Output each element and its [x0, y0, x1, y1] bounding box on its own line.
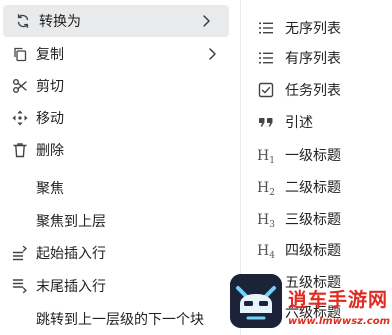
- submenu-item-heading-3[interactable]: H3 三级标题: [241, 203, 392, 235]
- watermark-url: www.lmwwsz.com: [288, 316, 390, 327]
- bullet-list-icon: [256, 19, 276, 37]
- submenu-item-heading-2[interactable]: H2 二级标题: [241, 171, 392, 203]
- menu-item-delete[interactable]: 删除: [0, 134, 238, 166]
- convert-icon: [14, 12, 32, 30]
- copy-icon: [11, 45, 29, 63]
- submenu-item-label: 引述: [285, 115, 313, 131]
- submenu-item-numbered-list[interactable]: 有序列表: [241, 42, 392, 74]
- numbered-list-icon: [256, 49, 276, 67]
- heading-2-icon: H2: [257, 180, 275, 198]
- menu-item-label: 剪切: [36, 79, 64, 95]
- submenu-item-task-list[interactable]: 任务列表: [241, 74, 392, 106]
- submenu-item-label: 无序列表: [285, 21, 341, 37]
- menu-item-label: 跳转到上一层级的下一个块: [36, 312, 204, 328]
- menu-item-label: 聚焦: [36, 181, 64, 197]
- menu-item-convert[interactable]: 转换为: [3, 5, 229, 37]
- submenu-item-label: 四级标题: [285, 243, 341, 259]
- menu-item-focus-parent[interactable]: 聚焦到上层: [0, 205, 238, 237]
- menu-item-label: 末尾插入行: [36, 279, 106, 295]
- heading-1-icon: H1: [257, 148, 275, 166]
- menu-item-label: 转换为: [39, 14, 81, 30]
- submenu-item-label: 三级标题: [285, 212, 341, 228]
- submenu-item-label: 有序列表: [285, 51, 341, 67]
- menu-item-insert-end[interactable]: 末尾插入行: [0, 270, 238, 302]
- checkbox-icon: [256, 81, 276, 99]
- submenu-item-heading-1[interactable]: H1 一级标题: [241, 139, 392, 171]
- watermark-logo-icon: [230, 274, 282, 328]
- scissors-icon: [11, 77, 29, 95]
- menu-item-cut[interactable]: 剪切: [0, 70, 238, 102]
- menu-item-label: 移动: [36, 111, 64, 127]
- submenu-item-quote[interactable]: 引述: [241, 106, 392, 138]
- submenu-item-label: 二级标题: [285, 180, 341, 196]
- insert-line-top-icon: [11, 244, 29, 262]
- submenu-item-label: 任务列表: [285, 83, 341, 99]
- heading-3-icon: H3: [257, 212, 275, 230]
- menu-item-label: 删除: [36, 143, 64, 159]
- quote-icon: [256, 113, 276, 131]
- submenu-item-heading-4[interactable]: H4 四级标题: [241, 234, 392, 266]
- submenu-item-label: 一级标题: [285, 148, 341, 164]
- watermark-title: 逍车手游网: [288, 289, 389, 311]
- watermark: 逍车手游网 www.lmwwsz.com: [226, 271, 392, 335]
- move-icon: [11, 109, 29, 127]
- menu-item-label: 复制: [36, 47, 64, 63]
- menu-item-insert-start[interactable]: 起始插入行: [0, 237, 238, 269]
- submenu-item-bullet-list[interactable]: 无序列表: [241, 12, 392, 44]
- chevron-right-icon: [200, 14, 212, 28]
- heading-4-icon: H4: [257, 243, 275, 261]
- menu-item-move[interactable]: 移动: [0, 102, 238, 134]
- menu-item-focus[interactable]: 聚焦: [0, 172, 238, 204]
- menu-item-jump-next-block[interactable]: 跳转到上一层级的下一个块: [0, 303, 238, 335]
- menu-item-label: 聚焦到上层: [36, 214, 106, 230]
- menu-item-copy[interactable]: 复制: [0, 38, 238, 70]
- chevron-right-icon: [206, 47, 218, 61]
- menu-item-label: 起始插入行: [36, 246, 106, 262]
- insert-line-bottom-icon: [11, 277, 29, 295]
- app-stage: 转换为 复制 剪切 移动 删除 聚焦 聚焦到上层 起始插入行 末尾插入行 跳转到…: [0, 0, 392, 335]
- trash-icon: [11, 141, 29, 159]
- context-menu: 转换为 复制 剪切 移动 删除 聚焦 聚焦到上层 起始插入行 末尾插入行 跳转到…: [0, 0, 240, 335]
